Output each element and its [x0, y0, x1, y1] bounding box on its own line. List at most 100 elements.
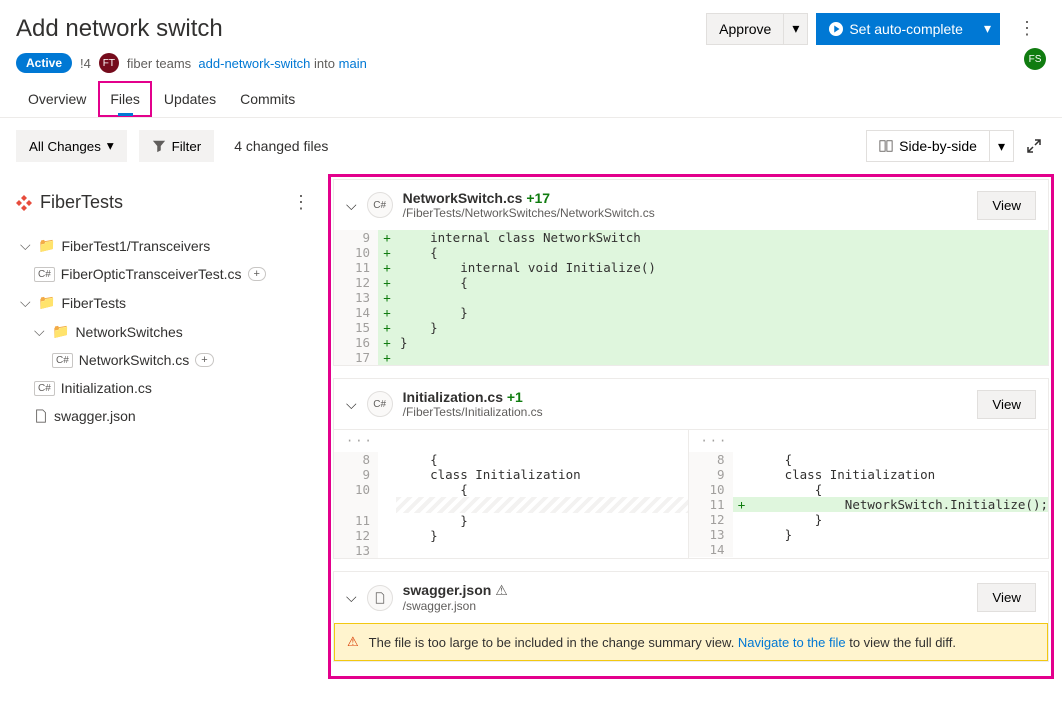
tab-files[interactable]: Files	[98, 81, 152, 117]
status-badge: Active	[16, 53, 72, 73]
chevron-down-icon: ▾	[107, 138, 114, 154]
tab-commits[interactable]: Commits	[228, 81, 307, 117]
view-file-button[interactable]: View	[977, 390, 1036, 419]
file-icon	[34, 409, 48, 423]
code-line: 11 }	[334, 513, 688, 528]
tree-file[interactable]: swagger.json	[16, 402, 328, 430]
code-line: 9 class Initialization	[334, 467, 688, 482]
approve-button-group: Approve ▾	[706, 13, 808, 45]
warning-icon: ⚠	[347, 634, 359, 650]
view-file-button[interactable]: View	[977, 191, 1036, 220]
collapse-toggle[interactable]: ⌵	[346, 589, 357, 606]
file-path: /swagger.json	[403, 599, 508, 613]
collapse-toggle[interactable]: ⌵	[346, 396, 357, 413]
approve-button[interactable]: Approve	[706, 13, 783, 45]
add-badge: +	[248, 267, 266, 281]
chevron-down-icon: ⌵	[20, 237, 32, 254]
collapse-toggle[interactable]: ⌵	[346, 197, 357, 214]
code-line: 8 {	[334, 452, 688, 467]
all-changes-label: All Changes	[29, 139, 101, 154]
team-avatar: FT	[99, 53, 119, 73]
code-line: 11+ internal void Initialize()	[334, 260, 1048, 275]
csharp-icon: C#	[367, 192, 393, 218]
tree-label: FiberTest1/Transceivers	[61, 238, 210, 254]
filter-icon	[152, 139, 166, 153]
all-changes-dropdown[interactable]: All Changes ▾	[16, 130, 127, 162]
tree-label: swagger.json	[54, 408, 136, 424]
side-by-side-icon	[879, 139, 893, 153]
view-file-button[interactable]: View	[977, 583, 1036, 612]
code-line: 9 class Initialization	[689, 467, 1049, 482]
add-badge: +	[195, 353, 213, 367]
approve-dropdown[interactable]: ▾	[783, 13, 808, 45]
tree-file[interactable]: C# NetworkSwitch.cs +	[16, 346, 328, 374]
repo-icon	[16, 195, 32, 211]
tree-folder[interactable]: ⌵ 📁 FiberTests	[16, 288, 328, 317]
auto-complete-dropdown[interactable]: ▾	[975, 13, 1000, 45]
diff-content-area: ⌵ C# NetworkSwitch.cs +17 /FiberTests/Ne…	[328, 174, 1054, 679]
sidebar-more-button[interactable]: ⋮	[282, 186, 320, 219]
code-line: 13	[334, 543, 688, 558]
tree-folder[interactable]: ⌵ 📁 FiberTest1/Transceivers	[16, 231, 328, 260]
file-diff-card: ⌵ C# Initialization.cs +1 /FiberTests/In…	[333, 378, 1049, 559]
page-title: Add network switch	[16, 15, 223, 43]
tree-label: NetworkSwitches	[75, 324, 182, 340]
chevron-down-icon: ▾	[998, 138, 1005, 155]
source-branch-link[interactable]: add-network-switch	[198, 56, 310, 71]
chevron-down-icon: ▾	[792, 20, 799, 37]
gear-play-icon	[829, 22, 843, 36]
file-path: /FiberTests/NetworkSwitches/NetworkSwitc…	[403, 206, 655, 220]
tree-file[interactable]: C# FiberOpticTransceiverTest.cs +	[16, 260, 328, 288]
tree-label: FiberOpticTransceiverTest.cs	[61, 266, 242, 282]
code-line: 14+ }	[334, 305, 1048, 320]
code-line: 12+ {	[334, 275, 1048, 290]
code-line: 12 }	[334, 528, 688, 543]
file-icon	[367, 585, 393, 611]
tab-overview[interactable]: Overview	[16, 81, 98, 117]
code-line: 10 {	[334, 482, 688, 497]
code-line: 10 {	[689, 482, 1049, 497]
tree-label: FiberTests	[61, 295, 126, 311]
diff-separator: ···	[334, 430, 688, 452]
changed-files-count: 4 changed files	[234, 138, 328, 154]
folder-icon: 📁	[38, 294, 55, 311]
autocomplete-button-group: Set auto-complete ▾	[816, 13, 1000, 45]
csharp-icon: C#	[34, 381, 55, 396]
tree-label: NetworkSwitch.cs	[79, 352, 189, 368]
view-mode-chevron[interactable]: ▾	[989, 130, 1014, 162]
navigate-to-file-link[interactable]: Navigate to the file	[738, 635, 846, 650]
pr-id: !4	[80, 56, 91, 71]
fullscreen-button[interactable]	[1022, 134, 1046, 158]
team-name: fiber teams	[127, 56, 191, 71]
chevron-down-icon: ⌵	[20, 294, 32, 311]
folder-icon: 📁	[52, 323, 69, 340]
file-title: Initialization.cs	[403, 389, 503, 405]
code-line: 14	[689, 542, 1049, 557]
file-title: NetworkSwitch.cs	[403, 190, 523, 206]
kebab-icon: ⋮	[292, 192, 310, 212]
set-auto-complete-label: Set auto-complete	[849, 21, 963, 37]
diff-delta: +1	[507, 389, 523, 405]
user-avatar[interactable]: FS	[1024, 48, 1046, 70]
filter-button[interactable]: Filter	[139, 130, 215, 162]
view-mode-dropdown[interactable]: Side-by-side	[866, 130, 989, 162]
breadcrumb: fiber teams add-network-switch into main	[127, 56, 367, 71]
diff-delta: +17	[526, 190, 550, 206]
file-diff-card: ⌵ C# NetworkSwitch.cs +17 /FiberTests/Ne…	[333, 179, 1049, 366]
tree-label: Initialization.cs	[61, 380, 152, 396]
set-auto-complete-button[interactable]: Set auto-complete	[816, 13, 975, 45]
target-branch-link[interactable]: main	[339, 56, 367, 71]
diff-split-view: ··· 8 {9 class Initialization10 { 11 }12 …	[334, 429, 1048, 558]
warning-text: The file is too large to be included in …	[369, 635, 738, 650]
diff-separator: ···	[689, 430, 1049, 452]
tree-folder[interactable]: ⌵ 📁 NetworkSwitches	[16, 317, 328, 346]
tab-updates[interactable]: Updates	[152, 81, 228, 117]
code-line: 10+ {	[334, 245, 1048, 260]
folder-icon: 📁	[38, 237, 55, 254]
file-title: swagger.json	[403, 582, 492, 598]
code-line: 12 }	[689, 512, 1049, 527]
large-file-warning: ⚠ The file is too large to be included i…	[334, 623, 1048, 661]
tree-file[interactable]: C# Initialization.cs	[16, 374, 328, 402]
repo-name: FiberTests	[40, 192, 123, 213]
more-actions-button[interactable]: ⋮	[1008, 12, 1046, 45]
